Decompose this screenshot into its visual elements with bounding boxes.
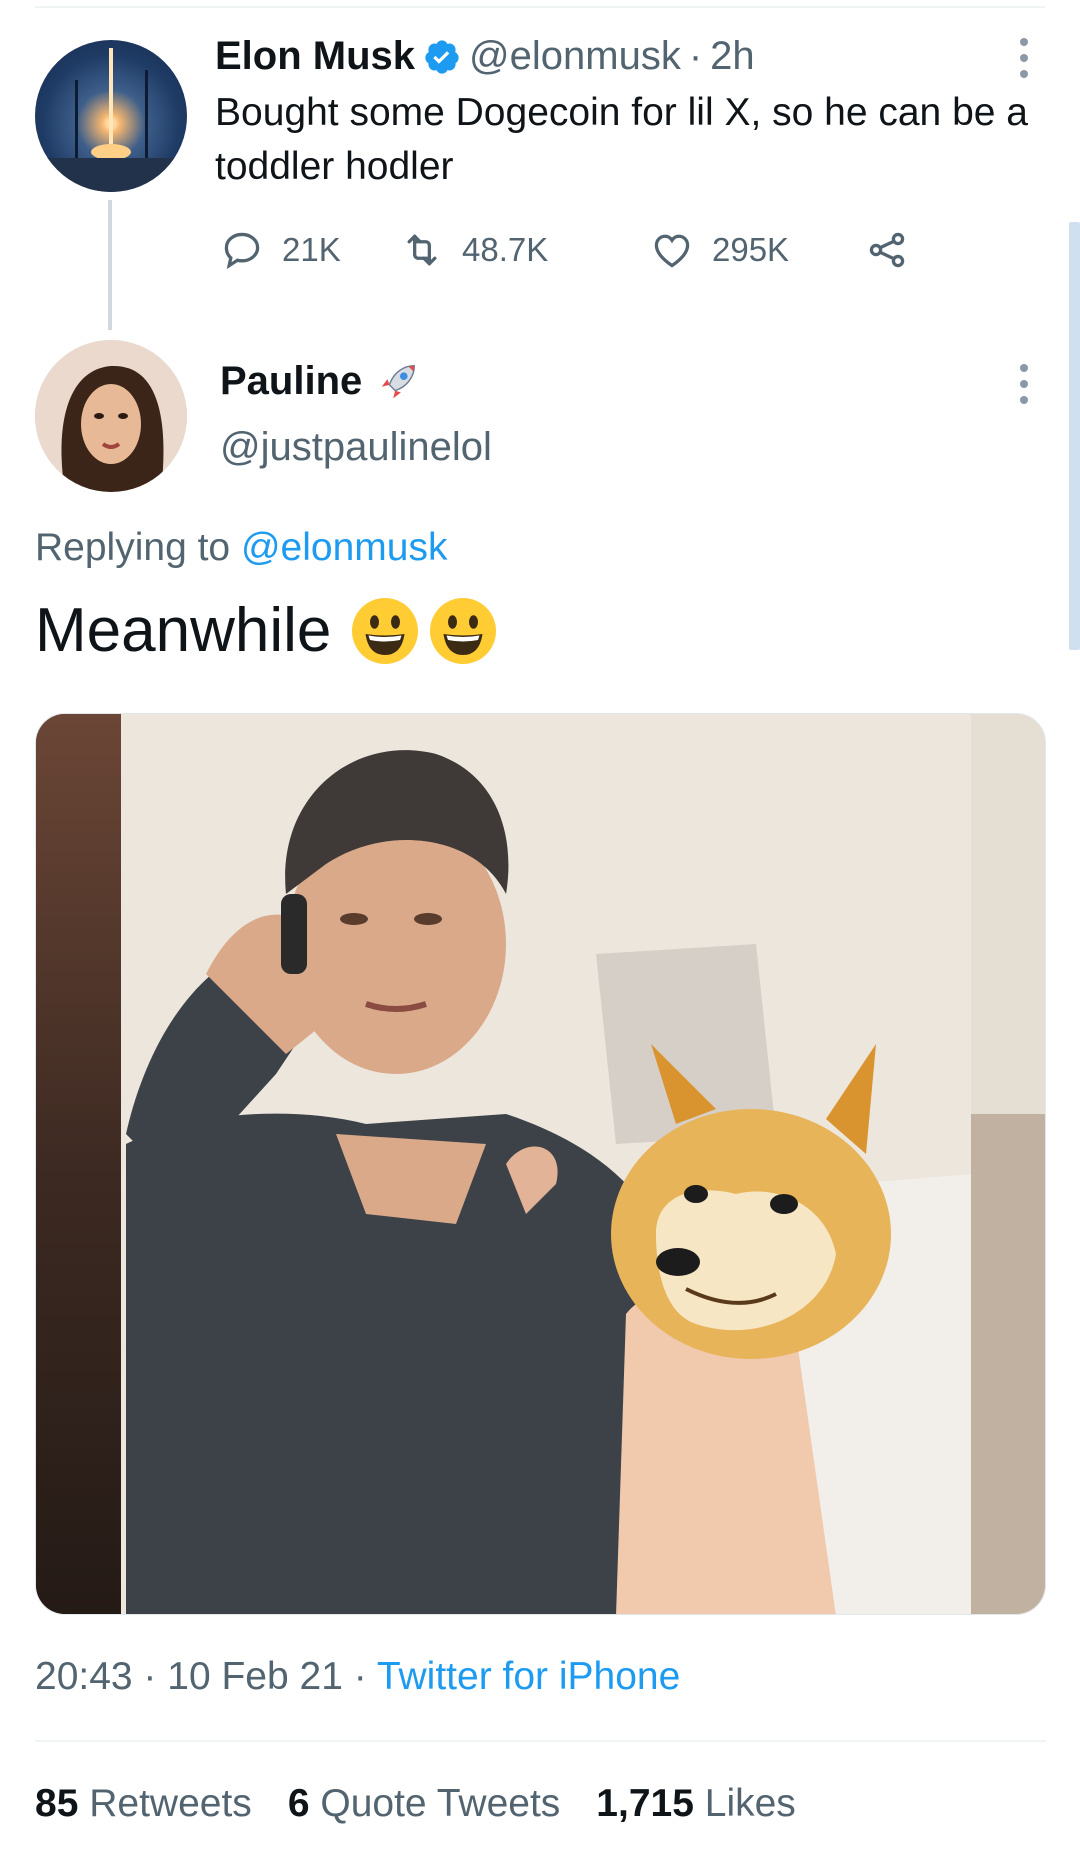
share-icon	[869, 232, 905, 268]
tweet-media-photo[interactable]	[35, 713, 1046, 1615]
replying-to-line: Replying to @elonmusk	[35, 526, 447, 570]
reply-author-name[interactable]: Pauline	[220, 359, 362, 404]
more-options-icon[interactable]	[1018, 38, 1030, 78]
parent-action-bar: 21K 48.7K 295K	[220, 225, 920, 275]
replying-prefix: Replying to	[35, 526, 231, 569]
likes-label: Likes	[704, 1782, 796, 1825]
like-count: 295K	[712, 231, 790, 268]
separator-dot: ·	[688, 34, 703, 78]
verified-badge-icon	[425, 39, 459, 74]
share-button[interactable]	[865, 225, 909, 275]
retweet-count: 48.7K	[462, 231, 549, 268]
author-name[interactable]: Elon Musk	[215, 34, 415, 79]
grinning-face-emoji-icon	[352, 598, 419, 664]
reply-tweet-text: Meanwhile	[35, 595, 499, 667]
like-icon	[654, 234, 690, 268]
reply-count: 21K	[282, 231, 341, 268]
reply-author-row: Pauline	[220, 358, 422, 404]
likes-stat[interactable]: 1,715 Likes	[596, 1782, 796, 1826]
reply-text: Meanwhile	[35, 596, 332, 665]
stats-divider	[35, 1740, 1046, 1742]
timestamp-date[interactable]: 20:43 · 10 Feb 21 ·	[35, 1655, 377, 1698]
parent-author-row: Elon Musk @elonmusk · 2h	[215, 34, 755, 79]
source-link[interactable]: Twitter for iPhone	[377, 1655, 680, 1698]
parent-tweet-text: Bought some Dogecoin for lil X, so he ca…	[215, 91, 1028, 188]
engagement-stats: 85 Retweets 6 Quote Tweets 1,715 Likes	[35, 1782, 832, 1826]
top-divider	[35, 6, 1045, 8]
like-button[interactable]: 295K	[650, 225, 789, 275]
tweet-time: 2h	[710, 34, 755, 78]
reply-author-handle[interactable]: @justpaulinelol	[220, 425, 492, 470]
retweet-icon	[407, 234, 437, 266]
replying-mention-link[interactable]: @elonmusk	[241, 526, 448, 569]
reply-button[interactable]: 21K	[220, 225, 341, 275]
quote-tweets-stat[interactable]: 6 Quote Tweets	[288, 1782, 560, 1826]
grinning-face-emoji-icon	[430, 598, 497, 664]
pauline-avatar[interactable]	[35, 340, 187, 492]
retweet-button[interactable]: 48.7K	[400, 225, 548, 275]
retweets-count: 85	[35, 1782, 79, 1825]
reply-icon	[224, 232, 260, 270]
author-handle[interactable]: @elonmusk	[469, 34, 681, 79]
quotes-label: Quote Tweets	[320, 1782, 561, 1825]
elon-avatar[interactable]	[35, 40, 187, 192]
more-options-icon[interactable]	[1018, 364, 1030, 404]
tweet-timestamp: 20:43 · 10 Feb 21 · Twitter for iPhone	[35, 1655, 680, 1699]
thread-connector-line	[108, 200, 112, 330]
likes-count: 1,715	[596, 1782, 694, 1825]
retweets-label: Retweets	[89, 1782, 252, 1825]
retweets-stat[interactable]: 85 Retweets	[35, 1782, 252, 1826]
rocket-emoji-icon	[382, 364, 416, 399]
quotes-count: 6	[287, 1782, 310, 1825]
scrollbar[interactable]	[1069, 222, 1080, 650]
